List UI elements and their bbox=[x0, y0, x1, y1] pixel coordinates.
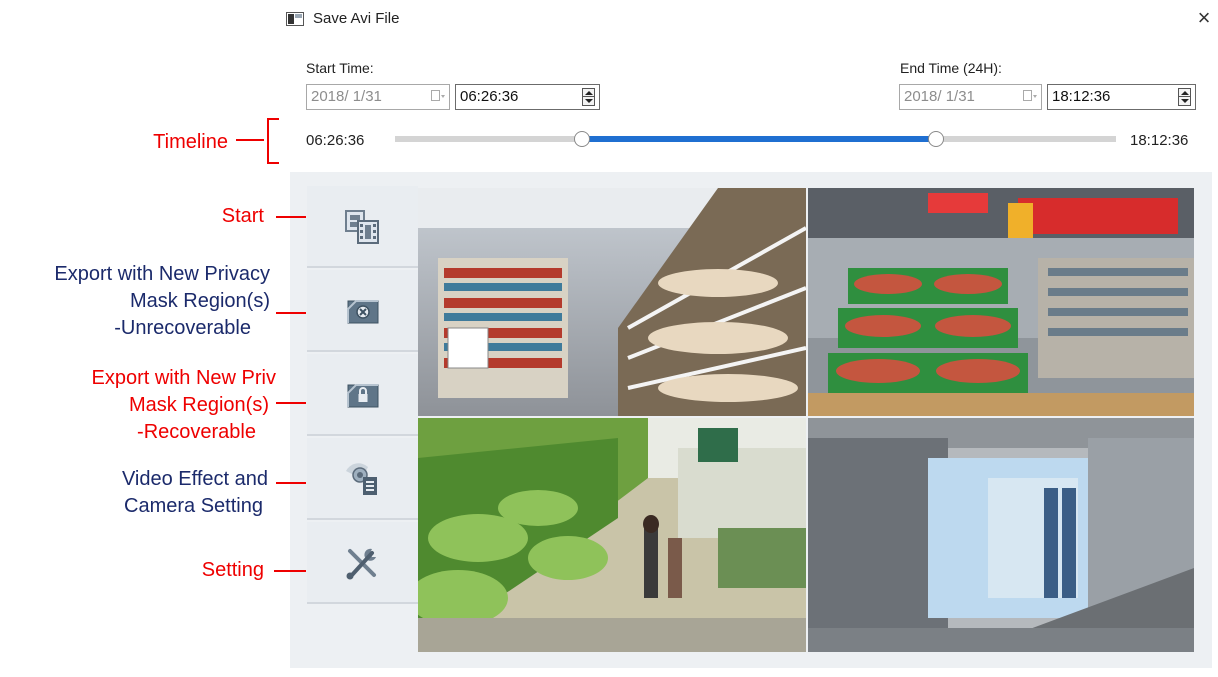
video-effect-camera-setting-button[interactable] bbox=[307, 438, 418, 520]
camera-feed-3[interactable] bbox=[418, 418, 806, 652]
timeline-start-time: 06:26:36 bbox=[306, 132, 365, 149]
export-recoverable-leader-line bbox=[276, 402, 306, 404]
camera-settings-icon bbox=[346, 463, 377, 495]
camera-feed-4[interactable] bbox=[808, 418, 1194, 652]
video-effect-annotation-line2: Camera Setting bbox=[124, 495, 263, 517]
title-bar bbox=[276, 0, 1218, 40]
calendar-dropdown-icon bbox=[431, 90, 445, 101]
start-time-label: Start Time: bbox=[306, 60, 374, 76]
film-frames-icon bbox=[345, 210, 379, 244]
end-time-spinner[interactable] bbox=[1178, 88, 1191, 106]
export-privacy-recoverable-button[interactable] bbox=[307, 354, 418, 436]
start-date-picker[interactable]: 2018/ 1/31 bbox=[306, 84, 450, 110]
window-title: Save Avi File bbox=[313, 10, 400, 27]
setting-leader-line bbox=[274, 570, 306, 572]
export-recoverable-annotation-line3: -Recoverable bbox=[137, 421, 256, 443]
mask-lock-icon bbox=[347, 384, 379, 408]
camera-feed-1[interactable] bbox=[418, 188, 806, 416]
start-time-value: 06:26:36 bbox=[460, 88, 519, 105]
export-unrecoverable-leader-line bbox=[276, 312, 306, 314]
end-date-picker[interactable]: 2018/ 1/31 bbox=[899, 84, 1042, 110]
setting-annotation: Setting bbox=[201, 559, 264, 581]
app-window-icon bbox=[286, 12, 304, 26]
calendar-dropdown-icon bbox=[1023, 90, 1037, 101]
timeline-selection bbox=[582, 136, 936, 142]
video-effect-annotation-line1: Video Effect and bbox=[121, 468, 268, 490]
end-time-label: End Time (24H): bbox=[900, 60, 1002, 76]
end-time-value: 18:12:36 bbox=[1052, 88, 1111, 105]
start-leader-line bbox=[276, 216, 306, 218]
end-date-value: 2018/ 1/31 bbox=[904, 88, 975, 105]
export-recoverable-annotation-line1: Export with New Priv bbox=[91, 367, 277, 389]
start-annotation: Start bbox=[221, 205, 264, 227]
export-unrecoverable-annotation-line1: Export with New Privacy bbox=[54, 263, 270, 285]
start-time-input[interactable]: 06:26:36 bbox=[455, 84, 600, 110]
close-button[interactable]: × bbox=[1192, 6, 1216, 30]
export-recoverable-annotation-line2: Mask Region(s) bbox=[128, 394, 269, 416]
export-unrecoverable-annotation-line3: -Unrecoverable bbox=[114, 317, 251, 339]
export-privacy-unrecoverable-button[interactable] bbox=[307, 270, 418, 352]
timeline-annotation: Timeline bbox=[153, 131, 228, 153]
timeline-end-handle[interactable] bbox=[927, 131, 944, 147]
setting-button[interactable] bbox=[307, 522, 418, 604]
start-date-value: 2018/ 1/31 bbox=[311, 88, 382, 105]
mask-x-icon bbox=[347, 300, 379, 324]
wrench-screwdriver-icon bbox=[346, 548, 376, 580]
timeline-end-time: 18:12:36 bbox=[1130, 132, 1189, 149]
start-time-spinner[interactable] bbox=[582, 88, 595, 106]
export-unrecoverable-annotation-line2: Mask Region(s) bbox=[129, 290, 270, 312]
end-time-input[interactable]: 18:12:36 bbox=[1047, 84, 1196, 110]
video-effect-leader-line bbox=[276, 482, 306, 484]
timeline-bracket bbox=[267, 118, 279, 164]
camera-feed-2[interactable] bbox=[808, 188, 1194, 416]
start-export-button[interactable] bbox=[307, 186, 418, 268]
timeline-leader-line bbox=[236, 139, 264, 141]
